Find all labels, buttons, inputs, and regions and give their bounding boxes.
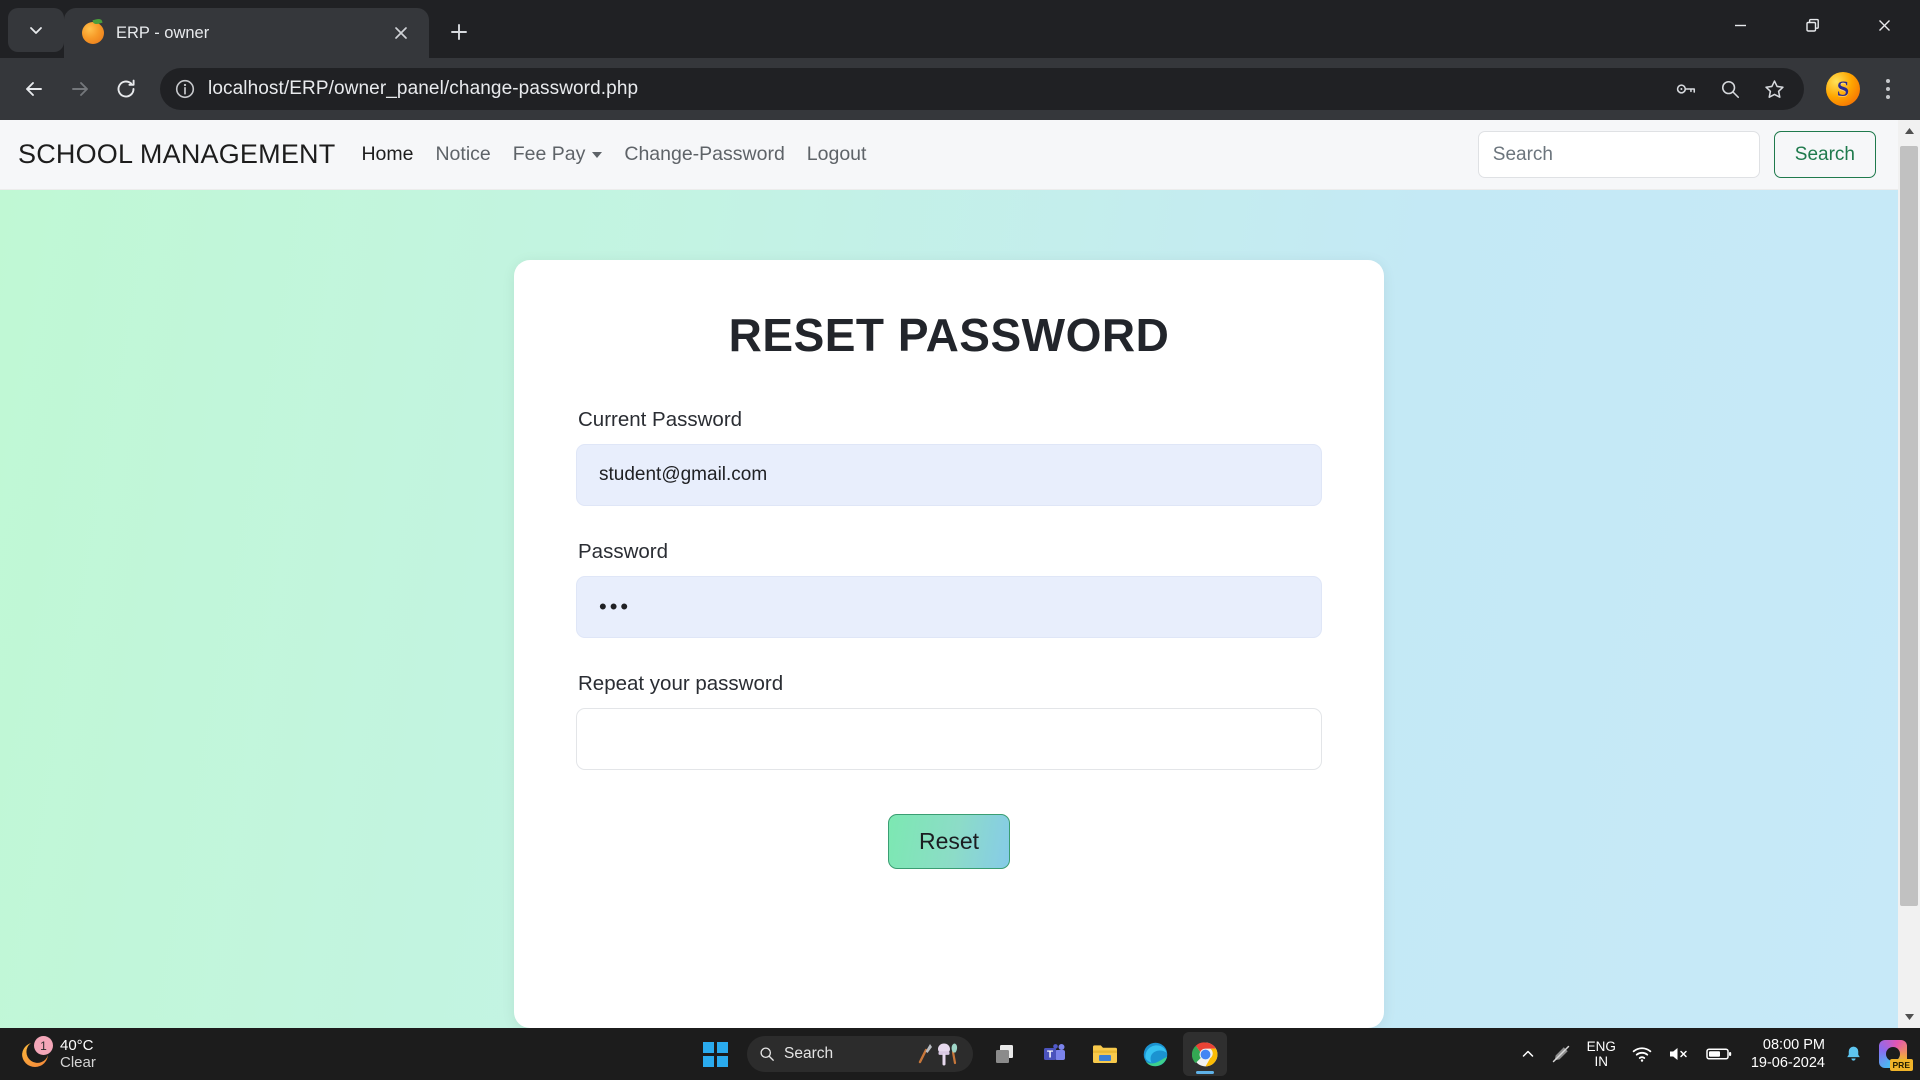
repeat-password-input[interactable] bbox=[576, 708, 1322, 770]
field-repeat-password: Repeat your password bbox=[576, 672, 1322, 770]
tab-title: ERP - owner bbox=[116, 24, 375, 43]
nav-links: Home Notice Fee Pay Change-Password Logo… bbox=[361, 143, 866, 166]
search-icon bbox=[759, 1046, 775, 1062]
scroll-up-arrow-icon[interactable] bbox=[1898, 120, 1920, 142]
scroll-down-arrow-icon[interactable] bbox=[1898, 1006, 1920, 1028]
browser-toolbar: localhost/ERP/owner_panel/change-passwor… bbox=[0, 58, 1920, 120]
bookmark-star-icon[interactable] bbox=[1754, 69, 1794, 109]
browser-window: ERP - owner bbox=[0, 0, 1920, 1028]
cooking-utensils-icon bbox=[915, 1041, 961, 1067]
page-viewport: SCHOOL MANAGEMENT Home Notice Fee Pay Ch… bbox=[0, 120, 1920, 1028]
scrollbar-track[interactable] bbox=[1898, 142, 1920, 1006]
chevron-down-icon bbox=[592, 152, 602, 158]
tab-search-chevron-down-icon[interactable] bbox=[8, 8, 64, 52]
minimize-icon[interactable] bbox=[1704, 0, 1776, 50]
nav-item-fee-pay-label: Fee Pay bbox=[513, 143, 586, 166]
restore-icon[interactable] bbox=[1776, 0, 1848, 50]
field-current-password: Current Password bbox=[576, 408, 1322, 506]
scrollbar-thumb[interactable] bbox=[1900, 146, 1918, 906]
omnibox-icons bbox=[1666, 69, 1794, 109]
taskbar-search-box[interactable]: Search bbox=[747, 1036, 973, 1072]
preview-badge: PRE bbox=[1890, 1059, 1913, 1071]
web-page: SCHOOL MANAGEMENT Home Notice Fee Pay Ch… bbox=[0, 120, 1898, 1028]
search-input[interactable] bbox=[1478, 131, 1760, 178]
bell-icon[interactable] bbox=[1837, 1032, 1870, 1076]
svg-text:T: T bbox=[1047, 1049, 1053, 1060]
url-text: localhost/ERP/owner_panel/change-passwor… bbox=[208, 78, 638, 100]
windows-taskbar: 1 40°C Clear Search bbox=[0, 1028, 1920, 1080]
file-explorer-icon[interactable] bbox=[1083, 1032, 1127, 1076]
microsoft-edge-icon[interactable] bbox=[1133, 1032, 1177, 1076]
close-window-icon[interactable] bbox=[1848, 0, 1920, 50]
notification-badge: 1 bbox=[34, 1036, 53, 1055]
brand-logo[interactable]: SCHOOL MANAGEMENT bbox=[18, 139, 335, 170]
search-button[interactable]: Search bbox=[1774, 131, 1876, 178]
page-title: RESET PASSWORD bbox=[576, 308, 1322, 362]
close-icon[interactable] bbox=[387, 19, 415, 47]
reset-button[interactable]: Reset bbox=[888, 814, 1010, 869]
new-tab-button[interactable] bbox=[437, 10, 481, 54]
label-repeat-password: Repeat your password bbox=[578, 672, 1322, 696]
page-scrollbar[interactable] bbox=[1898, 120, 1920, 1028]
clock-time: 08:00 PM bbox=[1751, 1036, 1825, 1054]
password-key-icon[interactable] bbox=[1666, 69, 1706, 109]
microsoft-teams-icon[interactable]: T bbox=[1033, 1032, 1077, 1076]
label-password: Password bbox=[578, 540, 1322, 564]
weather-text: 40°C Clear bbox=[60, 1037, 96, 1072]
taskbar-center: Search bbox=[693, 1032, 1227, 1076]
copilot-icon[interactable]: PRE bbox=[1872, 1032, 1914, 1076]
weather-condition: Clear bbox=[60, 1054, 96, 1071]
password-input[interactable] bbox=[576, 576, 1322, 638]
reload-icon[interactable] bbox=[104, 67, 148, 111]
site-navbar: SCHOOL MANAGEMENT Home Notice Fee Pay Ch… bbox=[0, 120, 1898, 190]
three-dot-menu-icon[interactable] bbox=[1868, 67, 1908, 111]
tab-strip: ERP - owner bbox=[0, 0, 1920, 58]
battery-icon[interactable] bbox=[1699, 1032, 1739, 1076]
weather-temperature: 40°C bbox=[60, 1037, 96, 1054]
profile-avatar[interactable]: S bbox=[1826, 72, 1860, 106]
browser-tab[interactable]: ERP - owner bbox=[64, 8, 429, 58]
task-view-icon[interactable] bbox=[983, 1032, 1027, 1076]
forward-arrow-icon[interactable] bbox=[58, 67, 102, 111]
navbar-search-form: Search bbox=[1478, 131, 1880, 178]
language-indicator[interactable]: ENG IN bbox=[1580, 1032, 1623, 1076]
windows-start-icon[interactable] bbox=[693, 1032, 737, 1076]
field-password: Password bbox=[576, 540, 1322, 638]
taskbar-search-placeholder: Search bbox=[784, 1045, 833, 1063]
orange-fruit-icon bbox=[82, 22, 104, 44]
label-current-password: Current Password bbox=[578, 408, 1322, 432]
clock-date: 19-06-2024 bbox=[1751, 1054, 1825, 1072]
volume-muted-icon[interactable] bbox=[1661, 1032, 1697, 1076]
nav-item-logout[interactable]: Logout bbox=[807, 143, 867, 166]
back-arrow-icon[interactable] bbox=[12, 67, 56, 111]
pen-disabled-icon[interactable] bbox=[1544, 1032, 1578, 1076]
language-line-1: ENG bbox=[1587, 1039, 1616, 1054]
current-password-input[interactable] bbox=[576, 444, 1322, 506]
reset-password-card: RESET PASSWORD Current Password Password… bbox=[514, 260, 1384, 1028]
zoom-search-icon[interactable] bbox=[1710, 69, 1750, 109]
info-circle-icon bbox=[174, 78, 196, 100]
language-line-2: IN bbox=[1587, 1054, 1616, 1069]
clock[interactable]: 08:00 PM 19-06-2024 bbox=[1741, 1036, 1835, 1072]
nav-item-notice[interactable]: Notice bbox=[435, 143, 490, 166]
window-controls bbox=[1704, 0, 1920, 50]
page-content: RESET PASSWORD Current Password Password… bbox=[0, 190, 1898, 1028]
moon-icon: 1 bbox=[20, 1039, 50, 1069]
google-chrome-icon[interactable] bbox=[1183, 1032, 1227, 1076]
nav-item-fee-pay[interactable]: Fee Pay bbox=[513, 143, 603, 166]
nav-item-change-password[interactable]: Change-Password bbox=[624, 143, 784, 166]
address-bar[interactable]: localhost/ERP/owner_panel/change-passwor… bbox=[160, 68, 1804, 110]
nav-item-home[interactable]: Home bbox=[361, 143, 413, 166]
weather-widget[interactable]: 1 40°C Clear bbox=[8, 1037, 96, 1072]
wifi-icon[interactable] bbox=[1625, 1032, 1659, 1076]
chevron-up-icon[interactable] bbox=[1514, 1032, 1542, 1076]
submit-row: Reset bbox=[576, 814, 1322, 869]
system-tray: ENG IN 08:00 PM bbox=[1514, 1032, 1914, 1076]
